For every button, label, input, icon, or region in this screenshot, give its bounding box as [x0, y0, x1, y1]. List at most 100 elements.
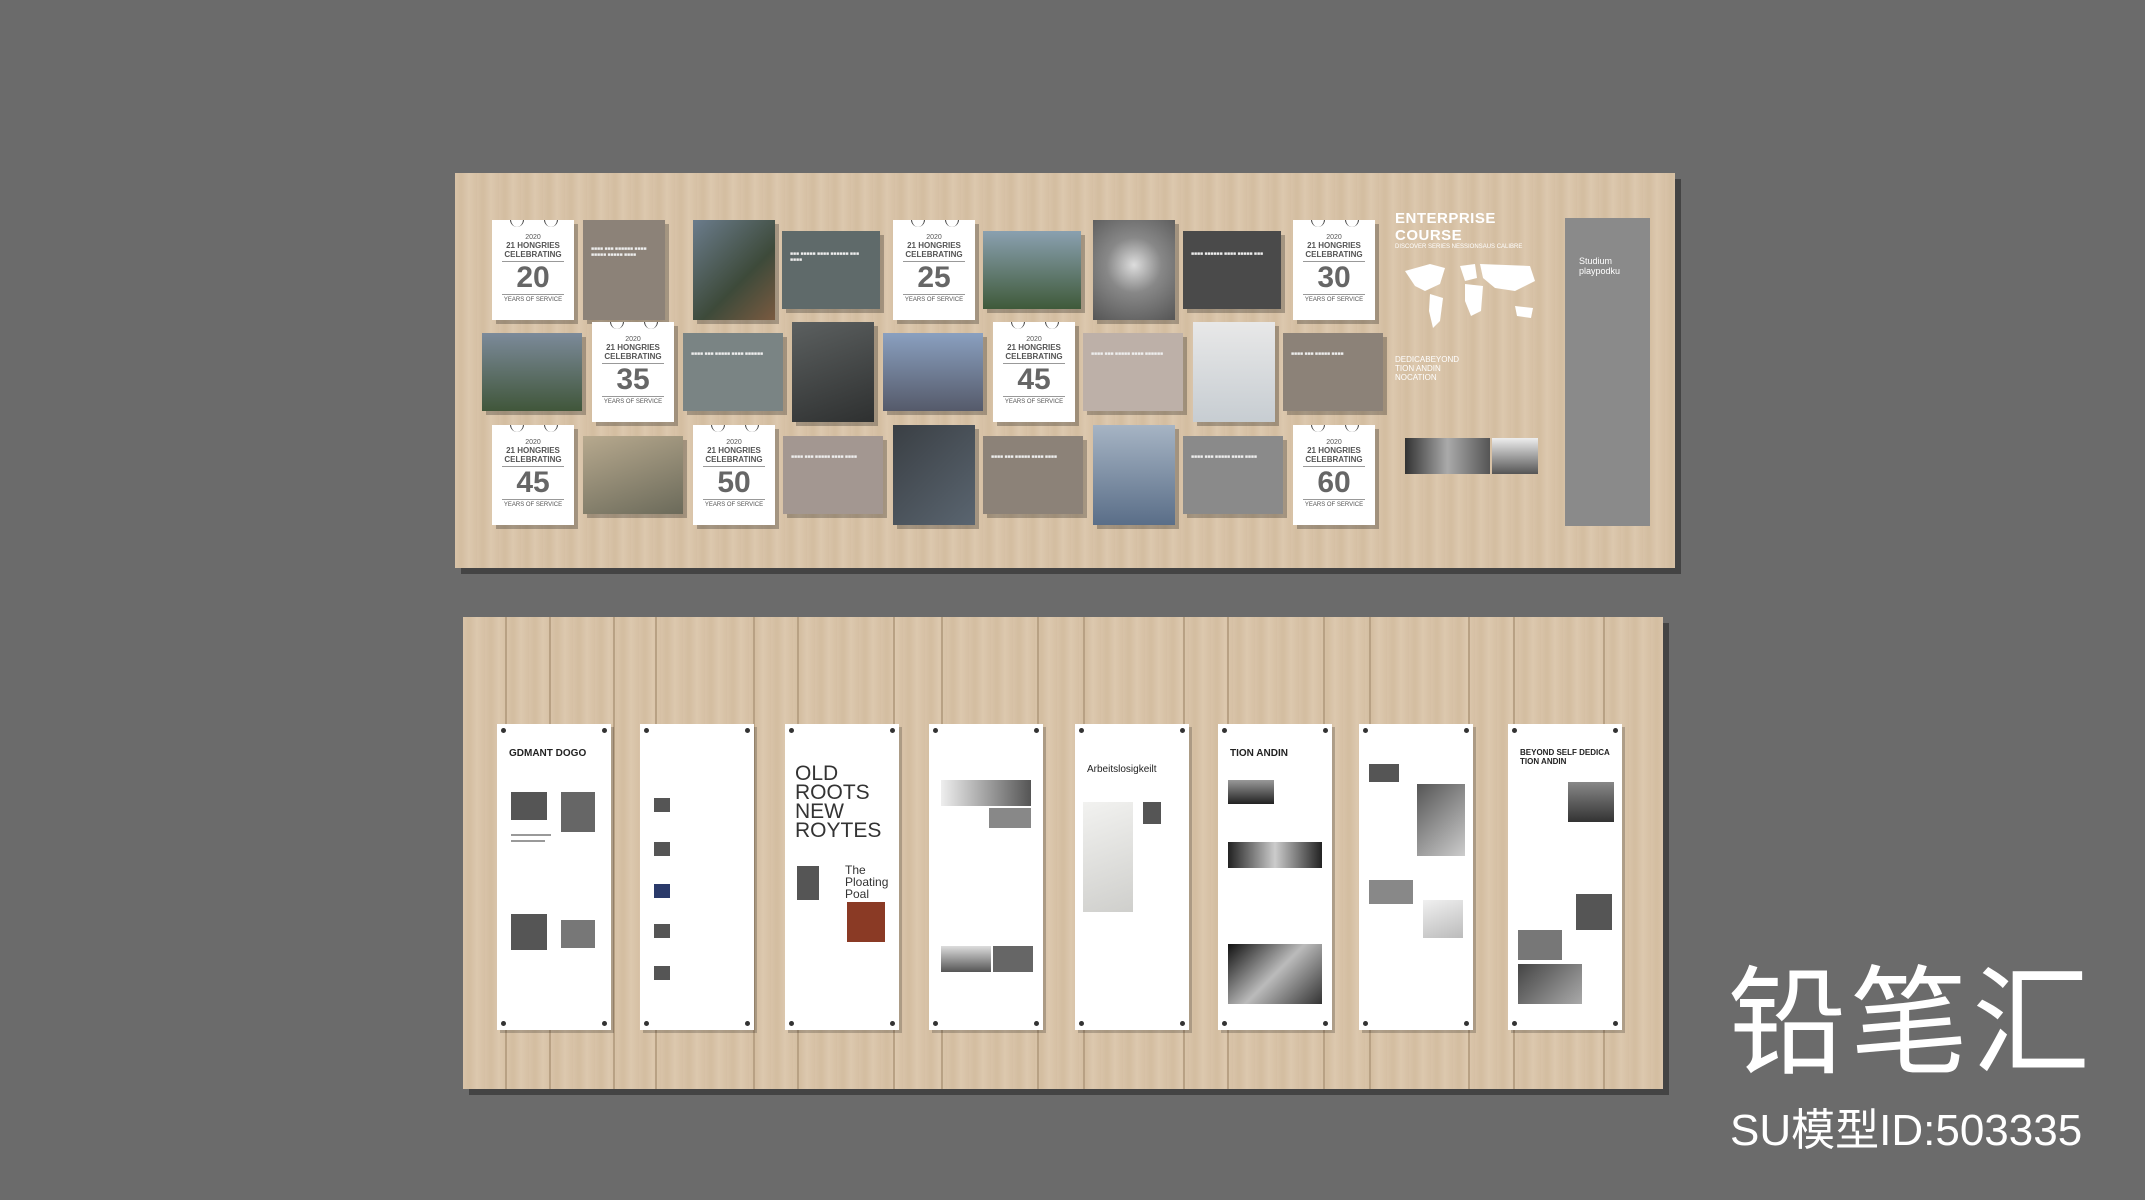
card-line2: CELEBRATING: [504, 250, 562, 259]
banner-title: GDMANT DOGO: [509, 748, 587, 759]
card-number: 30: [1303, 261, 1365, 295]
calendar-card-25: 2020 21 HONGRIES CELEBRATING 25 YEARS OF…: [893, 220, 975, 320]
banner-title: Arbeitslosigkeilt: [1087, 764, 1157, 775]
card-year: 2020: [625, 336, 641, 343]
photo-card: [893, 425, 975, 525]
card-year: 2020: [926, 234, 942, 241]
card-line1: 21 HONGRIES: [1307, 446, 1361, 455]
banner-title: TION ANDIN: [1230, 748, 1288, 759]
card-year: 2020: [525, 439, 541, 446]
side-line2: playpodku: [1579, 266, 1621, 276]
photo-card: [583, 436, 683, 514]
text-card: ■■■■ ■■■ ■■■■■ ■■■■ ■■■■■■: [683, 333, 783, 411]
text-card: ■■■■ ■■■ ■■■■■■ ■■■■ ■■■■■ ■■■■■ ■■■■: [583, 220, 665, 320]
world-map-icon: [1405, 264, 1535, 328]
card-line1: 21 HONGRIES: [707, 446, 761, 455]
card-number: 45: [502, 466, 564, 500]
side-info-panel: Studium playpodku: [1565, 218, 1650, 526]
banner-headline: OLD ROOTS NEW ROYTES: [795, 763, 882, 842]
calendar-card-45a: 2020 21 HONGRIES CELEBRATING 45 YEARS OF…: [993, 322, 1075, 422]
photo-card: [883, 333, 983, 411]
card-footer: YEARS OF SERVICE: [1304, 502, 1364, 508]
card-line1: 21 HONGRIES: [606, 343, 660, 352]
card-line2: CELEBRATING: [504, 455, 562, 464]
card-line2: CELEBRATING: [1305, 250, 1363, 259]
card-body-text: ■■■■ ■■■ ■■■■■■ ■■■■ ■■■■■ ■■■■■ ■■■■: [591, 246, 647, 258]
banner-7: [1359, 724, 1473, 1030]
tagline-line1: DEDICABEYOND: [1395, 355, 1460, 364]
side-panel-heading: Studium playpodku: [1565, 218, 1650, 276]
card-year: 2020: [726, 439, 742, 446]
card-number: 25: [903, 261, 965, 295]
card-number: 35: [602, 363, 664, 397]
photo-card: [693, 220, 775, 320]
card-number: 50: [703, 466, 765, 500]
card-line2: CELEBRATING: [905, 250, 963, 259]
side-line1: Studium: [1579, 256, 1613, 266]
card-year: 2020: [1026, 336, 1042, 343]
subhead-line: Poal: [845, 887, 870, 901]
card-footer: YEARS OF SERVICE: [1304, 297, 1364, 303]
banner-3: OLD ROOTS NEW ROYTES The Ploating Poal: [785, 724, 899, 1030]
photo-card: [482, 333, 582, 411]
panel-title: ENTERPRISE COURSE: [1395, 210, 1496, 244]
text-card: ■■■■ ■■■ ■■■■■ ■■■■ ■■■■: [983, 436, 1083, 514]
banner-1: GDMANT DOGO: [497, 724, 611, 1030]
title-line: TION ANDIN: [1520, 757, 1567, 766]
panel-subtitle: DISCOVER SERIES NESSIONSAUS CALIBRE: [1395, 244, 1523, 250]
text-card: ■■■■ ■■■ ■■■■■ ■■■■ ■■■■: [1183, 436, 1283, 514]
card-footer: YEARS OF SERVICE: [1004, 399, 1064, 405]
text-card: ■■■■ ■■■ ■■■■■ ■■■■ ■■■■■■: [1083, 333, 1183, 411]
banner-subhead: The Ploating Poal: [845, 864, 888, 900]
brand-logo-text: 铅笔汇: [1728, 954, 2095, 1092]
photo-card: [1093, 220, 1175, 320]
photo-card: [1193, 322, 1275, 422]
calendar-card-50: 2020 21 HONGRIES CELEBRATING 50 YEARS OF…: [693, 425, 775, 525]
photo-card: [1093, 425, 1175, 525]
card-footer: YEARS OF SERVICE: [904, 297, 964, 303]
card-footer: YEARS OF SERVICE: [704, 502, 764, 508]
tagline-line2: TION ANDIN: [1395, 364, 1441, 373]
enterprise-map-panel: ENTERPRISE COURSE DISCOVER SERIES NESSIO…: [1395, 210, 1555, 520]
card-line1: 21 HONGRIES: [506, 241, 560, 250]
card-line2: CELEBRATING: [705, 455, 763, 464]
text-card: ■■■■ ■■■ ■■■■■ ■■■■: [1283, 333, 1383, 411]
panel-photo: [1492, 438, 1538, 474]
banner-4: [929, 724, 1043, 1030]
banner-5: Arbeitslosigkeilt: [1075, 724, 1189, 1030]
card-line1: 21 HONGRIES: [1007, 343, 1061, 352]
card-footer: YEARS OF SERVICE: [503, 502, 563, 508]
headline-line: ROYTES: [795, 819, 882, 842]
banner-2: [640, 724, 754, 1030]
text-card: ■■■■ ■■■ ■■■■■ ■■■■ ■■■■: [783, 436, 883, 514]
panel-tagline: DEDICABEYOND TION ANDIN NOCATION: [1395, 355, 1459, 382]
card-line1: 21 HONGRIES: [907, 241, 961, 250]
card-line1: 21 HONGRIES: [506, 446, 560, 455]
card-line1: 21 HONGRIES: [1307, 241, 1361, 250]
tagline-line3: NOCATION: [1395, 373, 1437, 382]
title-line: BEYOND SELF DEDICA: [1520, 748, 1610, 757]
card-line2: CELEBRATING: [604, 352, 662, 361]
card-year: 2020: [525, 234, 541, 241]
card-number: 20: [502, 261, 564, 295]
card-footer: YEARS OF SERVICE: [603, 399, 663, 405]
banner-title: BEYOND SELF DEDICA TION ANDIN: [1520, 748, 1610, 766]
card-year: 2020: [1326, 439, 1342, 446]
calendar-card-45b: 2020 21 HONGRIES CELEBRATING 45 YEARS OF…: [492, 425, 574, 525]
card-line2: CELEBRATING: [1305, 455, 1363, 464]
card-number: 45: [1003, 363, 1065, 397]
card-line2: CELEBRATING: [1005, 352, 1063, 361]
card-year: 2020: [1326, 234, 1342, 241]
photo-card: [792, 322, 874, 422]
card-number: 60: [1303, 466, 1365, 500]
text-card: ■■■ ■■■■■ ■■■■ ■■■■■■ ■■■ ■■■■: [782, 231, 880, 309]
text-card: ■■■■ ■■■■■■ ■■■■ ■■■■■ ■■■: [1183, 231, 1281, 309]
photo-card: [983, 231, 1081, 309]
calendar-card-20: 2020 21 HONGRIES CELEBRATING 20 YEARS OF…: [492, 220, 574, 320]
calendar-card-30: 2020 21 HONGRIES CELEBRATING 30 YEARS OF…: [1293, 220, 1375, 320]
calendar-card-35: 2020 21 HONGRIES CELEBRATING 35 YEARS OF…: [592, 322, 674, 422]
card-footer: YEARS OF SERVICE: [503, 297, 563, 303]
calendar-card-60: 2020 21 HONGRIES CELEBRATING 60 YEARS OF…: [1293, 425, 1375, 525]
banner-6: TION ANDIN: [1218, 724, 1332, 1030]
banner-8: BEYOND SELF DEDICA TION ANDIN: [1508, 724, 1622, 1030]
